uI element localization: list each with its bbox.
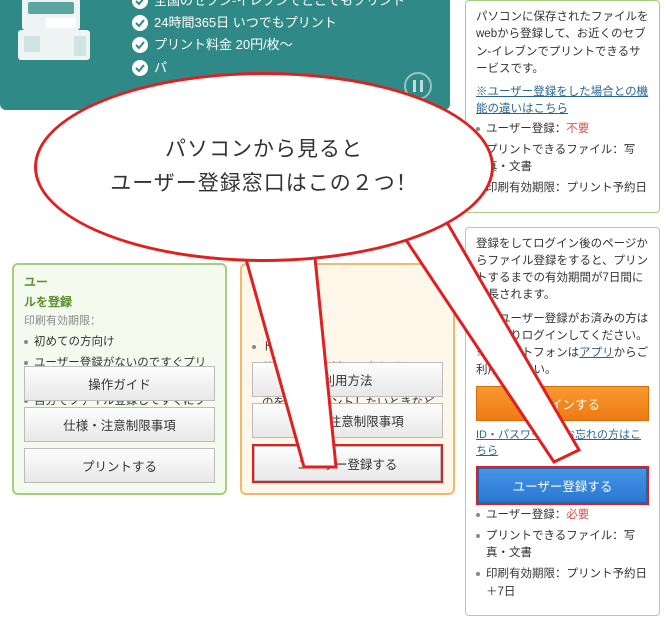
check-icon — [132, 0, 148, 9]
forgot-password-link[interactable]: ID・パスワードをお忘れの方はこちら — [476, 427, 649, 460]
balloon-line-1: パソコンから見ると — [165, 133, 363, 167]
card-title-frag: ユー — [24, 275, 48, 289]
card-sub: 印刷有効期限： — [24, 313, 215, 330]
login-desc-1: 登録をしてログイン後のページからファイル登録をすると、プリントするまでの有効期間… — [476, 236, 649, 305]
login-desc-2a: 既にユーザー登録がお済みの方は下記よりログインしてください。 — [476, 313, 648, 342]
info-bullet: 印刷有効期限：プリント予約日 — [476, 180, 649, 197]
check-icon — [132, 15, 148, 31]
info-bullet: 印刷有効期限：プリント予約日＋7日 — [476, 566, 649, 601]
login-desc-2b: ※スマートフォンは — [476, 347, 579, 359]
shared-print-card: ト 共有したい資料、写真などをみんなに簡単にシェアしたり、同じものを複数プリント… — [240, 263, 455, 495]
hero-bullet: 全国のセブン-イレブンでどこでもプリント — [154, 0, 405, 10]
hero-bullet: パ — [154, 59, 167, 77]
info-bullet: プリントできるファイル：写真・文書 — [476, 142, 649, 177]
printer-illustration — [14, 0, 114, 95]
usage-button[interactable]: 利用方法 — [252, 362, 443, 397]
app-link[interactable]: アプリ — [579, 347, 614, 359]
reg-value: 必要 — [566, 509, 589, 521]
quick-print-desc: パソコンに保存されたファイルをwebから登録して、お近くのセブン-イレブンでプリ… — [476, 9, 649, 78]
hero-bullet: プリント料金 20円/枚〜 — [154, 36, 293, 54]
feature-diff-link[interactable]: ※ユーザー登録をした場合との機能の違いはこちら — [476, 86, 648, 115]
spec-notes-button[interactable]: 仕様・注意制限事項 — [24, 407, 215, 442]
user-register-button[interactable]: ユーザー登録する — [478, 468, 647, 503]
reg-value: 不要 — [566, 123, 589, 135]
quick-print-panel: パソコンに保存されたファイルをwebから登録して、お近くのセブン-イレブンでプリ… — [465, 0, 660, 213]
operation-guide-button[interactable]: 操作ガイド — [24, 366, 215, 401]
guest-print-card: ユー ルを登録 印刷有効期限： 初めての方向け ユーザー登録がないのですぐプリン… — [12, 263, 227, 495]
hero-bullet-list: 全国のセブン-イレブンでどこでもプリント 24時間365日 いつでもプリント プ… — [132, 0, 405, 81]
login-button[interactable]: ログインする — [476, 386, 649, 421]
card-bullet: ト — [252, 339, 443, 356]
check-icon — [132, 37, 148, 53]
hero-bullet: 24時間365日 いつでもプリント — [154, 14, 337, 32]
spec-notes-button[interactable]: 仕様・注意制限事項 — [252, 403, 443, 438]
reg-label: ユーザー登録： — [486, 509, 566, 521]
check-icon — [132, 60, 148, 76]
hero-banner: 全国のセブン-イレブンでどこでもプリント 24時間365日 いつでもプリント プ… — [0, 0, 450, 110]
card-title-frag: ルを登録 — [24, 295, 72, 309]
login-panel: 登録をしてログイン後のページからファイル登録をすると、プリントするまでの有効期間… — [465, 227, 660, 616]
register-highlight-ring: ユーザー登録する — [252, 444, 443, 483]
user-register-button[interactable]: ユーザー登録する — [254, 446, 441, 481]
reg-label: ユーザー登録： — [486, 123, 566, 135]
balloon-line-2: ユーザー登録窓口はこの２つ！ — [110, 167, 418, 201]
print-button[interactable]: プリントする — [24, 448, 215, 483]
pause-icon[interactable] — [404, 72, 432, 100]
register-highlight-ring: ユーザー登録する — [476, 466, 649, 505]
info-bullet: プリントできるファイル：写真・文書 — [476, 528, 649, 563]
card-bullet: 初めての方向け — [24, 334, 215, 351]
